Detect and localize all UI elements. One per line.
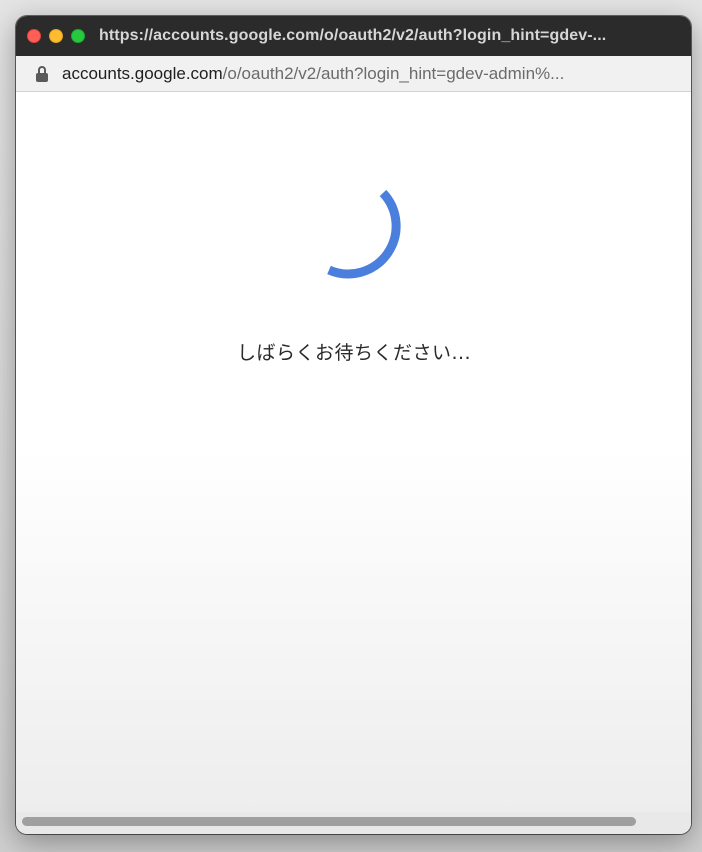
url-text[interactable]: accounts.google.com/o/oauth2/v2/auth?log…	[62, 64, 564, 84]
maximize-window-button[interactable]	[71, 29, 85, 43]
browser-popup-window: https://accounts.google.com/o/oauth2/v2/…	[16, 16, 691, 834]
url-path: /o/oauth2/v2/auth?login_hint=gdev-admin%…	[222, 63, 565, 83]
minimize-window-button[interactable]	[49, 29, 63, 43]
window-controls	[27, 29, 93, 43]
horizontal-scrollbar-thumb[interactable]	[22, 817, 636, 826]
window-title: https://accounts.google.com/o/oauth2/v2/…	[99, 27, 607, 44]
url-host: accounts.google.com	[62, 63, 223, 83]
loading-message: しばらくお待ちください...	[236, 342, 472, 364]
title-bar[interactable]: https://accounts.google.com/o/oauth2/v2/…	[16, 16, 691, 56]
close-window-button[interactable]	[27, 29, 41, 43]
loading-spinner-icon	[327, 189, 401, 279]
page-content: しばらくお待ちください...	[16, 92, 691, 834]
address-bar[interactable]: accounts.google.com/o/oauth2/v2/auth?log…	[16, 56, 691, 92]
spinner-arc	[327, 189, 401, 279]
lock-icon	[36, 65, 48, 82]
